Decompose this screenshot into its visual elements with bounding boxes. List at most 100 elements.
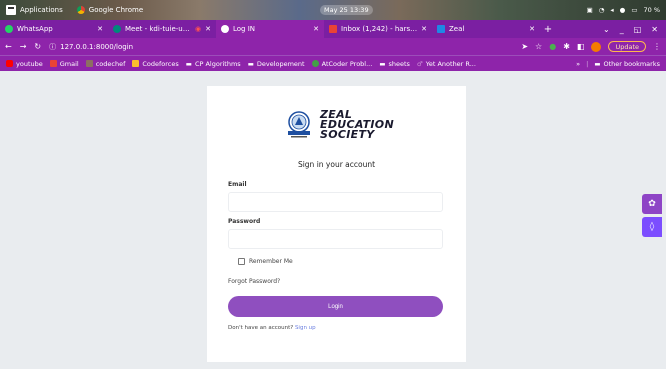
remember-checkbox[interactable]: [238, 258, 245, 265]
login-button[interactable]: Login: [228, 296, 443, 317]
close-icon[interactable]: ✕: [529, 25, 535, 33]
folder-icon: ▬: [247, 59, 254, 68]
folder-icon: ▬: [594, 59, 601, 68]
extension-icon[interactable]: ●: [549, 42, 556, 51]
battery-icon[interactable]: ▭: [631, 6, 637, 14]
bookmark-label: Developement: [256, 59, 305, 68]
tab-whatsapp[interactable]: WhatsApp ✕: [0, 20, 108, 38]
youtube-icon: [6, 60, 13, 67]
brand-text: ZEAL EDUCATION SOCIETY: [320, 109, 394, 141]
remember-label[interactable]: Remember Me: [249, 258, 293, 265]
update-button[interactable]: Update: [608, 41, 646, 52]
bookmark-label: Gmail: [59, 59, 79, 68]
forward-icon[interactable]: →: [20, 42, 27, 51]
menu-icon[interactable]: ⋮: [653, 42, 661, 51]
restore-icon[interactable]: ◱: [634, 25, 642, 34]
clock[interactable]: May 25 13:39: [320, 5, 373, 15]
tab-meet[interactable]: Meet - kdi-tuie-uxp ◉ ✕: [108, 20, 216, 38]
password-field[interactable]: [228, 229, 443, 249]
gmail-icon: [329, 25, 337, 33]
bookmark-gmail[interactable]: Gmail: [49, 59, 79, 68]
bookmark-codechef[interactable]: codechef: [85, 60, 125, 68]
bookmark-youtube[interactable]: youtube: [6, 60, 43, 68]
brand-line: SOCIETY: [320, 128, 375, 141]
forgot-password-link[interactable]: Forgot Password?: [228, 278, 280, 285]
signup-link[interactable]: Sign up: [295, 325, 316, 331]
url-text[interactable]: 127.0.0.1:8000/login: [60, 43, 133, 51]
screen-icon[interactable]: ▣: [587, 6, 593, 14]
new-tab-button[interactable]: +: [540, 20, 556, 38]
folder-icon: ▬: [185, 59, 192, 68]
tab-title: Inbox (1,242) - harshsh: [341, 25, 418, 33]
remember-me[interactable]: Remember Me: [238, 258, 293, 265]
signup-prompt: Don't have an account?: [228, 325, 294, 331]
bookmark-yet-another[interactable]: ♂ Yet Another R...: [417, 60, 476, 68]
close-icon[interactable]: ✕: [421, 25, 427, 33]
bookmark-label: youtube: [16, 59, 43, 68]
email-label: Email: [228, 181, 247, 188]
tab-title: Log IN: [233, 25, 256, 33]
password-label: Password: [228, 218, 261, 225]
reload-icon[interactable]: ↻: [34, 42, 41, 51]
settings-button[interactable]: ✿: [642, 194, 662, 214]
address-bar[interactable]: ⓘ 127.0.0.1:8000/login: [49, 42, 133, 52]
meet-icon: [113, 25, 121, 33]
drop-icon: ◊: [649, 222, 655, 232]
tab-zeal[interactable]: Zeal ✕: [432, 20, 540, 38]
puzzle-icon[interactable]: ✱: [563, 42, 570, 51]
theme-button[interactable]: ◊: [642, 217, 662, 237]
signin-title: Sign in your account: [297, 160, 376, 169]
tab-title: WhatsApp: [17, 25, 53, 33]
tab-search-icon[interactable]: ⌄: [603, 25, 610, 34]
bookmarks-overflow[interactable]: »: [576, 60, 580, 68]
battery-level: 70 %: [643, 6, 660, 14]
applications-icon[interactable]: [6, 5, 16, 15]
bookmark-atcoder[interactable]: AtCoder Probl...: [311, 59, 373, 68]
atcoder-icon: [311, 60, 319, 67]
bookmark-label: sheets: [388, 59, 410, 68]
page-icon: [221, 25, 229, 33]
applications-menu[interactable]: Applications: [20, 6, 63, 14]
bookmark-label: Codeforces: [142, 59, 179, 68]
bookmark-developement[interactable]: ▬ Developement: [248, 60, 305, 68]
window-close-icon[interactable]: ✕: [651, 25, 658, 34]
profile-avatar[interactable]: [591, 41, 602, 52]
bookmark-codeforces[interactable]: Codeforces: [132, 59, 179, 68]
mic-icon[interactable]: ●: [620, 6, 626, 14]
cast-icon[interactable]: ➤: [521, 42, 528, 51]
minimize-icon[interactable]: _: [620, 25, 624, 34]
pin-icon: ♂: [416, 59, 423, 68]
zeal-logo: ZEAL EDUCATION SOCIETY: [286, 109, 394, 141]
bookmark-sheets[interactable]: ▬ sheets: [379, 60, 410, 68]
signup-row: Don't have an account? Sign up: [228, 325, 316, 331]
bookmark-cp-algorithms[interactable]: ▬ CP Algorithms: [186, 60, 241, 68]
recording-icon: ◉: [195, 25, 202, 33]
whatsapp-icon: [5, 25, 13, 33]
tab-gmail[interactable]: Inbox (1,242) - harshsh ✕: [324, 20, 432, 38]
tab-login[interactable]: Log IN ✕: [216, 20, 324, 38]
back-icon[interactable]: ←: [5, 42, 12, 51]
gmail-icon: [49, 60, 57, 67]
active-app-name[interactable]: Google Chrome: [89, 6, 143, 14]
email-field[interactable]: [228, 192, 443, 212]
info-icon[interactable]: ⓘ: [49, 42, 56, 52]
wifi-icon[interactable]: ◔: [599, 6, 605, 14]
bookmark-label: CP Algorithms: [194, 59, 241, 68]
login-card: ZEAL EDUCATION SOCIETY Sign in your acco…: [207, 86, 466, 362]
tab-strip: WhatsApp ✕ Meet - kdi-tuie-uxp ◉ ✕ Log I…: [0, 20, 666, 38]
close-icon[interactable]: ✕: [205, 25, 211, 33]
bookmarks-divider: |: [586, 59, 589, 68]
other-bookmarks-label: Other bookmarks: [603, 59, 660, 68]
star-icon[interactable]: ☆: [535, 42, 542, 51]
volume-icon[interactable]: ◂: [610, 6, 613, 14]
sidepanel-icon[interactable]: ◧: [577, 42, 585, 51]
gear-icon: ✿: [648, 199, 656, 209]
folder-icon: ▬: [379, 59, 386, 68]
codeforces-icon: [132, 60, 140, 67]
os-top-bar: Applications Google Chrome May 25 13:39 …: [0, 0, 666, 20]
chrome-icon: [76, 6, 85, 14]
close-icon[interactable]: ✕: [97, 25, 103, 33]
close-icon[interactable]: ✕: [313, 25, 319, 33]
other-bookmarks[interactable]: ▬ Other bookmarks: [594, 60, 660, 68]
bookmark-label: AtCoder Probl...: [321, 59, 373, 68]
